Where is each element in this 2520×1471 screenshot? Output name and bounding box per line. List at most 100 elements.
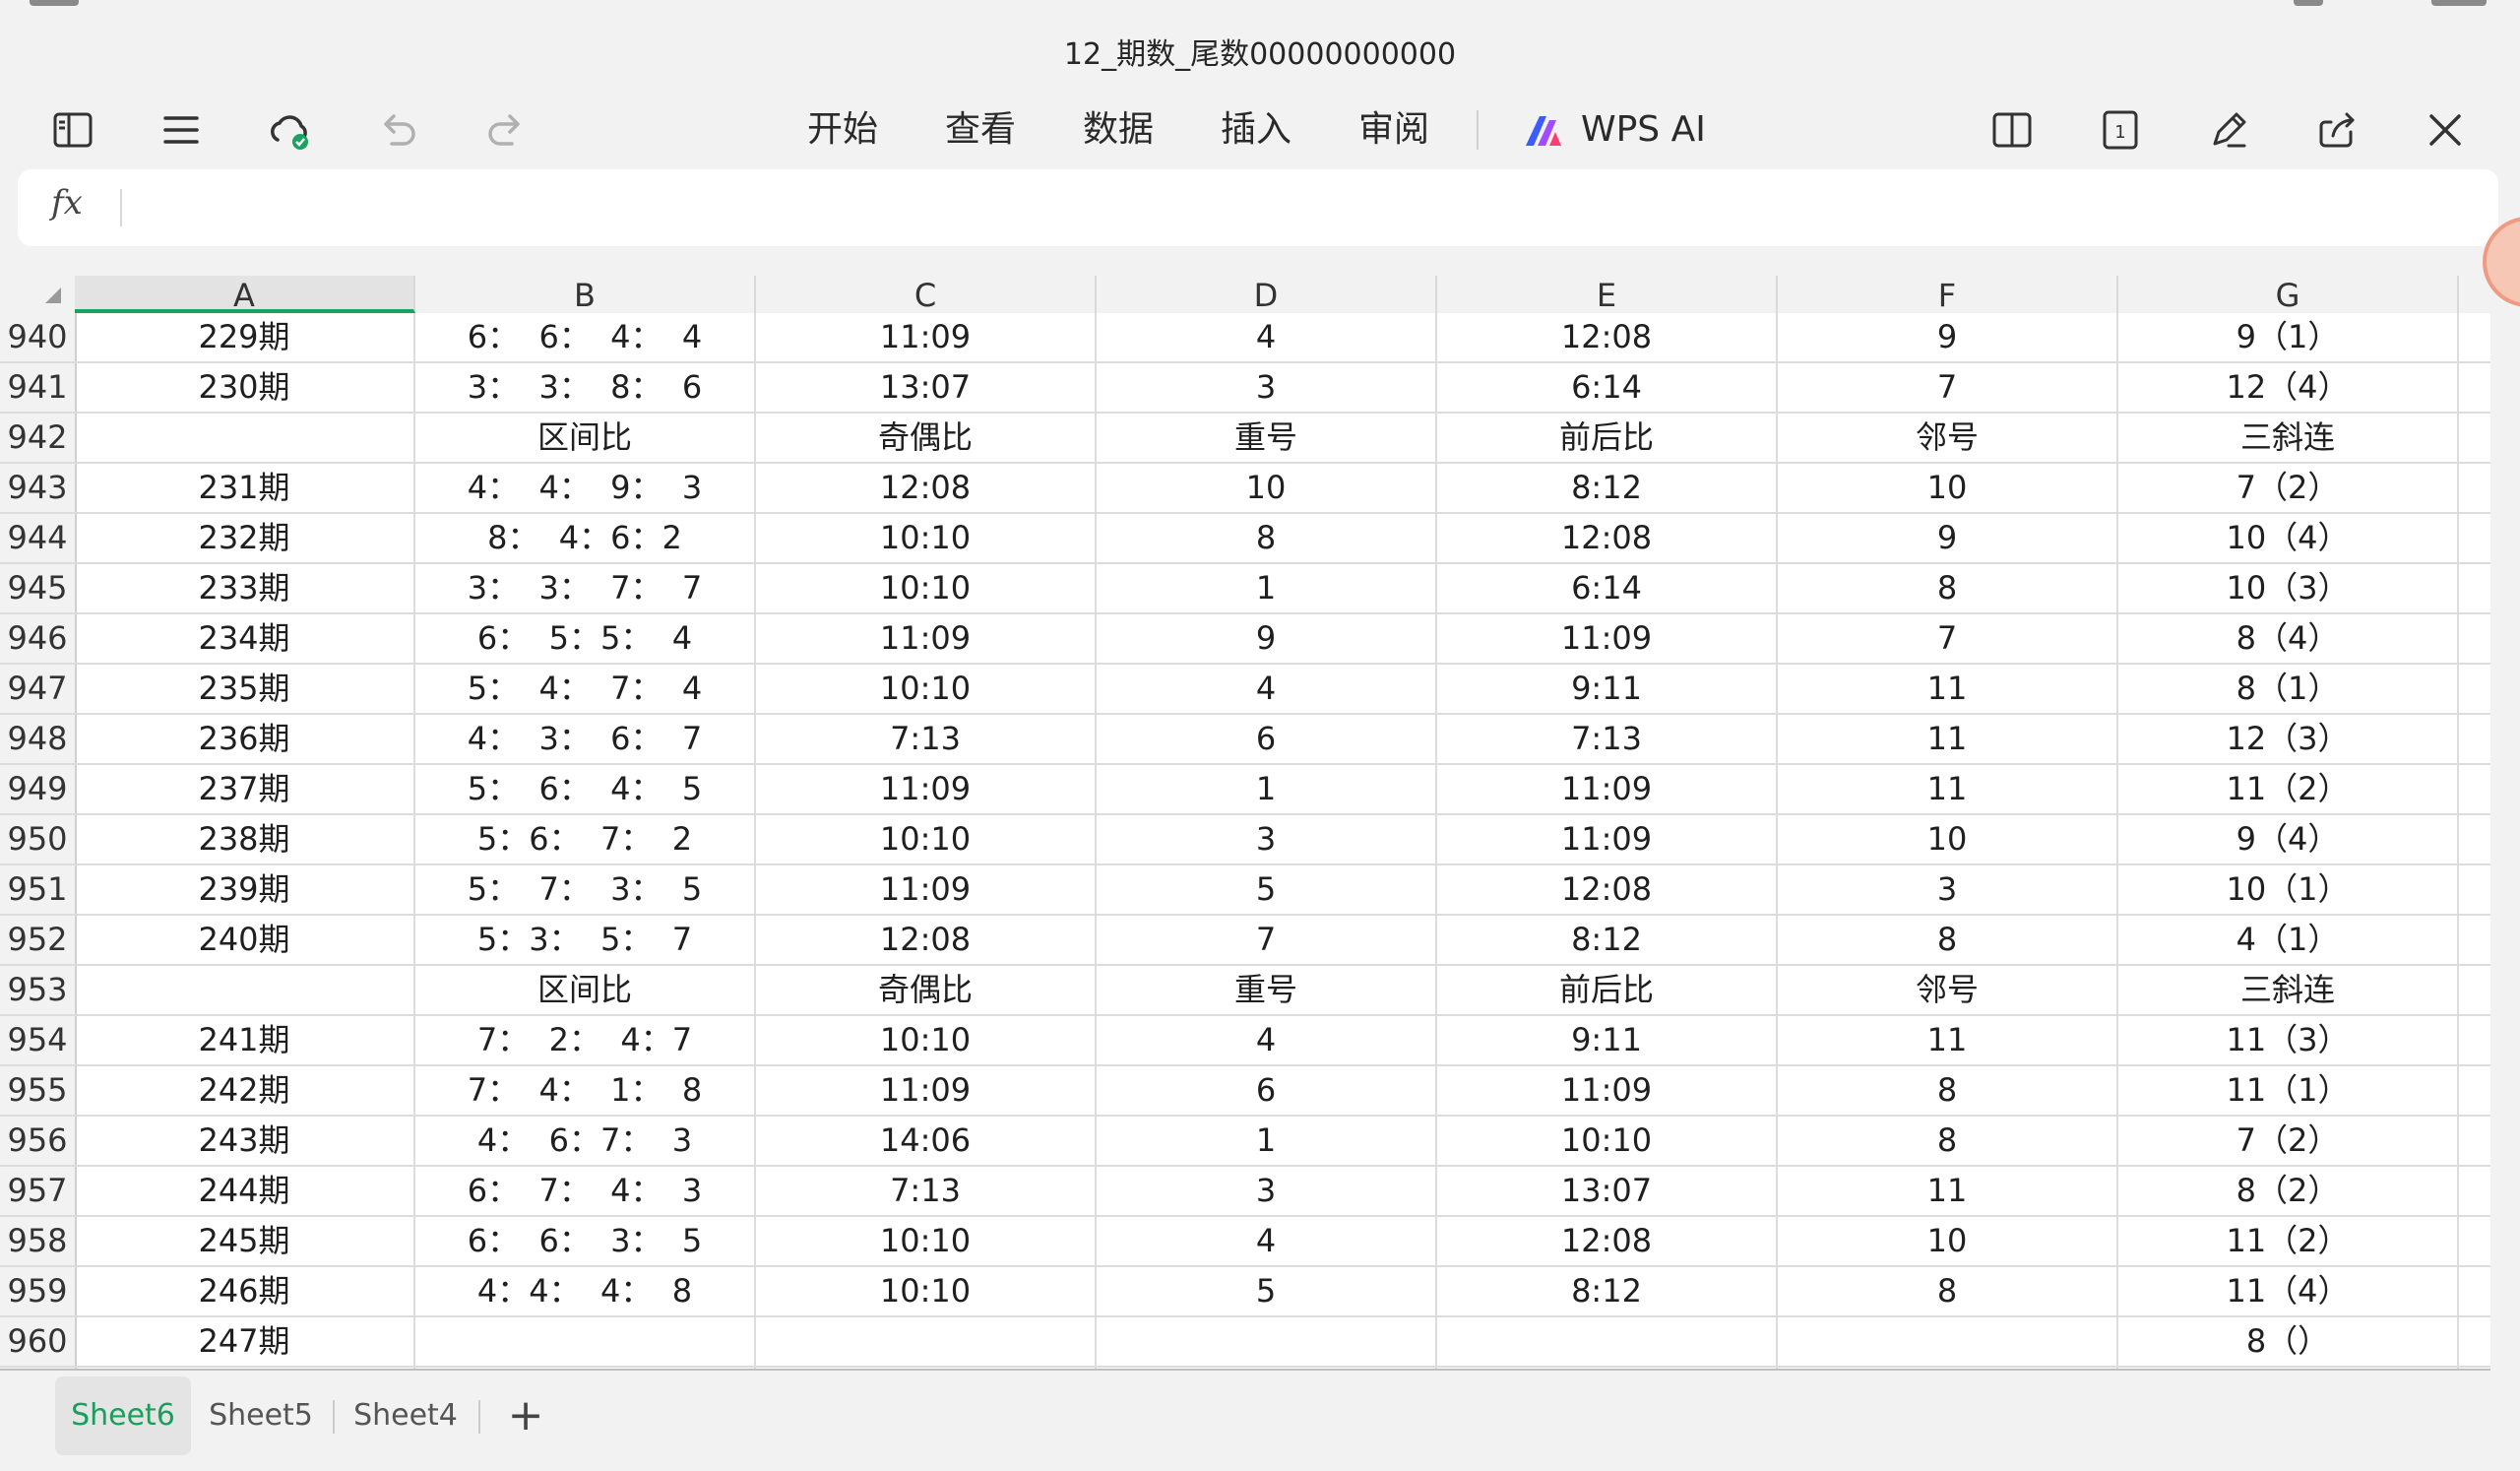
page-count-icon[interactable]: 1 xyxy=(2089,98,2152,161)
cell-g[interactable]: 三斜连 xyxy=(2118,966,2459,1014)
cell-e[interactable]: 13:07 xyxy=(1437,1167,1778,1215)
cell-f[interactable]: 9 xyxy=(1778,514,2118,562)
cell-f[interactable]: 8 xyxy=(1778,564,2118,612)
cell-c[interactable]: 12:08 xyxy=(756,916,1097,964)
cell-c[interactable]: 10:10 xyxy=(756,665,1097,713)
cell-b[interactable]: 6： 6： 4： 4 xyxy=(415,313,756,361)
cell-a[interactable]: 234期 xyxy=(75,614,415,663)
row-header[interactable]: 942 xyxy=(0,414,77,462)
cell-a[interactable]: 247期 xyxy=(75,1317,415,1366)
cell-f[interactable]: 11 xyxy=(1778,715,2118,763)
cell-f[interactable]: 3 xyxy=(1778,865,2118,914)
cell-e[interactable]: 8:12 xyxy=(1437,464,1778,512)
cell-g[interactable]: 8（4） xyxy=(2118,614,2459,663)
cell-d[interactable]: 9 xyxy=(1097,614,1437,663)
menu-insert[interactable]: 插入 xyxy=(1221,98,1292,161)
cell-e[interactable]: 9:11 xyxy=(1437,665,1778,713)
cell-a[interactable]: 230期 xyxy=(75,363,415,412)
row-header[interactable]: 946 xyxy=(0,614,77,663)
menu-review[interactable]: 审阅 xyxy=(1358,98,1429,161)
row-header[interactable]: 953 xyxy=(0,966,77,1014)
cell-c[interactable]: 7:13 xyxy=(756,1167,1097,1215)
cell-g[interactable]: 11（2） xyxy=(2118,765,2459,813)
cell-d[interactable]: 3 xyxy=(1097,363,1437,412)
cell-e[interactable]: 7:13 xyxy=(1437,715,1778,763)
cell-d[interactable]: 重号 xyxy=(1097,966,1437,1014)
cell-a[interactable]: 240期 xyxy=(75,916,415,964)
cell-b[interactable]: 7： 4： 1： 8 xyxy=(415,1066,756,1115)
cell-g[interactable]: 7（2） xyxy=(2118,1117,2459,1165)
cell-g[interactable]: 11（3） xyxy=(2118,1016,2459,1064)
cell-c[interactable]: 10:10 xyxy=(756,514,1097,562)
row-header[interactable]: 940 xyxy=(0,313,77,361)
cell-e[interactable]: 6:14 xyxy=(1437,363,1778,412)
formula-bar[interactable]: fx xyxy=(18,169,2498,246)
cell-f[interactable]: 8 xyxy=(1778,1117,2118,1165)
row-header[interactable]: 957 xyxy=(0,1167,77,1215)
cell-e[interactable]: 12:08 xyxy=(1437,313,1778,361)
cell-e[interactable]: 12:08 xyxy=(1437,1217,1778,1265)
cell-d[interactable]: 7 xyxy=(1097,916,1437,964)
row-header[interactable]: 955 xyxy=(0,1066,77,1115)
cell-b[interactable]: 6： 7： 4： 3 xyxy=(415,1167,756,1215)
cell-e[interactable]: 11:09 xyxy=(1437,815,1778,863)
cell-c[interactable]: 11:09 xyxy=(756,313,1097,361)
spreadsheet-grid[interactable]: A B C D E F G 940 229期 6： 6： 4： 4 11:09 4 12:… xyxy=(0,276,2490,1371)
row-header[interactable]: 956 xyxy=(0,1117,77,1165)
row-header[interactable]: 958 xyxy=(0,1217,77,1265)
row-header[interactable]: 943 xyxy=(0,464,77,512)
select-all-corner[interactable] xyxy=(0,276,75,313)
cell-e[interactable]: 11:09 xyxy=(1437,614,1778,663)
cell-b[interactable]: 7： 2： 4：7 xyxy=(415,1016,756,1064)
cell-f[interactable]: 8 xyxy=(1778,916,2118,964)
cell-c[interactable]: 10:10 xyxy=(756,1016,1097,1064)
cell-b[interactable]: 4： 4： 9： 3 xyxy=(415,464,756,512)
cell-b[interactable]: 5：6： 7： 2 xyxy=(415,815,756,863)
share-icon[interactable] xyxy=(2305,98,2368,161)
cell-g[interactable]: 8（2） xyxy=(2118,1167,2459,1215)
cloud-sync-icon[interactable] xyxy=(258,98,321,161)
cell-d[interactable]: 3 xyxy=(1097,1167,1437,1215)
cell-d[interactable]: 1 xyxy=(1097,1117,1437,1165)
cell-d[interactable]: 1 xyxy=(1097,765,1437,813)
cell-d[interactable]: 6 xyxy=(1097,1066,1437,1115)
cell-b[interactable]: 8： 4：6：2 xyxy=(415,514,756,562)
cell-d[interactable]: 8 xyxy=(1097,514,1437,562)
row-header[interactable]: 951 xyxy=(0,865,77,914)
wps-ai-logo-icon[interactable] xyxy=(1512,98,1575,161)
pen-icon[interactable] xyxy=(2197,98,2260,161)
cell-e[interactable]: 11:09 xyxy=(1437,1066,1778,1115)
cell-f[interactable]: 7 xyxy=(1778,614,2118,663)
cell-e[interactable]: 12:08 xyxy=(1437,865,1778,914)
cell-g[interactable]: 7（2） xyxy=(2118,464,2459,512)
cell-e[interactable]: 9:11 xyxy=(1437,1016,1778,1064)
column-header-f[interactable]: F xyxy=(1778,276,2118,314)
cell-c[interactable]: 12:08 xyxy=(756,464,1097,512)
cell-f[interactable]: 11 xyxy=(1778,665,2118,713)
row-header[interactable]: 944 xyxy=(0,514,77,562)
close-icon[interactable] xyxy=(2414,98,2477,161)
cell-c[interactable]: 10:10 xyxy=(756,815,1097,863)
cell-d[interactable] xyxy=(1097,1317,1437,1366)
cell-d[interactable]: 4 xyxy=(1097,313,1437,361)
cell-f[interactable] xyxy=(1778,1317,2118,1366)
cell-b[interactable] xyxy=(415,1317,756,1366)
cell-g[interactable]: 11（2） xyxy=(2118,1217,2459,1265)
cell-b[interactable]: 区间比 xyxy=(415,966,756,1014)
cell-e[interactable]: 8:12 xyxy=(1437,1267,1778,1315)
cell-e[interactable]: 6:14 xyxy=(1437,564,1778,612)
cell-g[interactable]: 三斜连 xyxy=(2118,414,2459,462)
column-header-c[interactable]: C xyxy=(756,276,1097,314)
cell-c[interactable]: 7:13 xyxy=(756,715,1097,763)
row-header[interactable]: 960 xyxy=(0,1317,77,1366)
cell-e[interactable]: 10:10 xyxy=(1437,1117,1778,1165)
redo-icon[interactable] xyxy=(474,98,537,161)
cell-g[interactable]: 8（） xyxy=(2118,1317,2459,1366)
row-header[interactable]: 945 xyxy=(0,564,77,612)
cell-a[interactable]: 238期 xyxy=(75,815,415,863)
cell-a[interactable]: 242期 xyxy=(75,1066,415,1115)
cell-c[interactable]: 10:10 xyxy=(756,1267,1097,1315)
cell-d[interactable]: 3 xyxy=(1097,815,1437,863)
cell-f[interactable]: 9 xyxy=(1778,313,2118,361)
cell-a[interactable]: 241期 xyxy=(75,1016,415,1064)
